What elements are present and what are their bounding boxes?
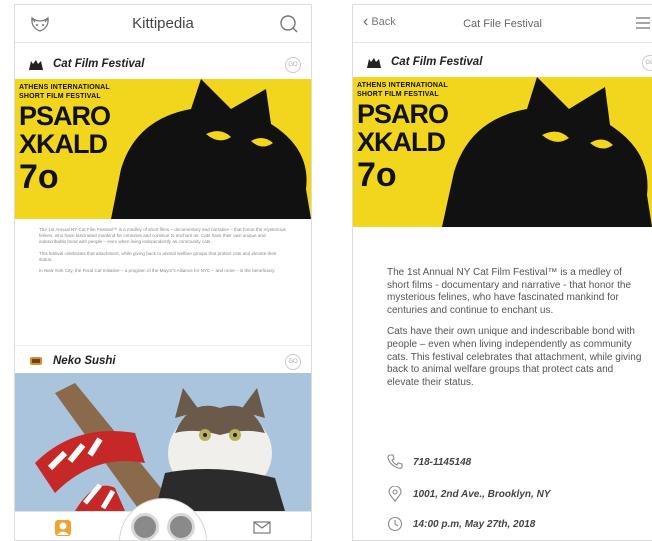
tab-bar [15, 498, 311, 540]
description-paragraph: Cats have their own unique and indescrib… [387, 326, 642, 388]
sushi-logo-icon [30, 356, 42, 365]
poster-line-2: SHORT FILM FESTIVAL [19, 93, 101, 100]
poster-big-1: PSARO [19, 101, 111, 131]
left-eye-icon [131, 513, 159, 540]
event-time: 14:00 p.m, May 27th, 2018 [413, 518, 536, 530]
detail-header: ‹ Back Cat File Festival [353, 5, 652, 43]
poster-line-2: SHORT FILM FESTIVAL [357, 91, 439, 98]
kittipedia-feed-screen: Kittipedia Cat Film Festival GO ATHENS I… [14, 4, 312, 541]
app-title: Kittipedia [132, 15, 194, 32]
phone-row[interactable]: 718-1145148 [387, 451, 471, 473]
search-icon[interactable] [279, 14, 299, 34]
back-label: Back [371, 16, 396, 28]
mail-tab-icon[interactable] [253, 521, 271, 534]
location-pin-icon [388, 486, 402, 502]
app-header: Kittipedia [15, 5, 311, 43]
blurb-paragraph: This festival celebrates that attachment… [39, 250, 277, 262]
poster-text: ATHENS INTERNATIONAL SHORT FILM FESTIVAL… [357, 81, 449, 194]
poster-line-1: ATHENS INTERNATIONAL [19, 84, 110, 91]
poster-number: 7o [19, 158, 59, 196]
festival-detail-screen: ‹ Back Cat File Festival Cat Film Festiv… [352, 4, 652, 541]
go-badge[interactable]: GO [285, 57, 301, 73]
card-title: Cat Film Festival [53, 58, 145, 70]
festival-poster: ATHENS INTERNATIONAL SHORT FILM FESTIVAL… [353, 77, 652, 227]
festival-poster[interactable]: ATHENS INTERNATIONAL SHORT FILM FESTIVAL… [15, 79, 311, 219]
go-badge[interactable]: GO [285, 354, 301, 370]
profile-tab-icon[interactable] [53, 518, 73, 538]
poster-number: 7o [357, 156, 397, 194]
poster-big-2: XKALD [19, 129, 108, 159]
go-badge[interactable]: GO [642, 55, 652, 71]
cat-logo-icon [367, 58, 381, 68]
phone-number: 718-1145148 [413, 456, 472, 468]
poster-big-2: XKALD [357, 127, 446, 157]
address-text: 1001, 2nd Ave., Brooklyn, NY [413, 488, 551, 500]
card-title: Neko Sushi [53, 354, 116, 367]
address-row[interactable]: 1001, 2nd Ave., Brooklyn, NY [387, 483, 550, 505]
back-button[interactable]: ‹ Back [363, 13, 396, 30]
time-row: 14:00 p.m, May 27th, 2018 [387, 513, 535, 535]
black-cat-illustration [111, 79, 311, 219]
description-paragraph: The 1st Annual NY Cat Film Festival™ is … [387, 267, 632, 316]
poster-text: ATHENS INTERNATIONAL SHORT FILM FESTIVAL… [19, 83, 111, 196]
card-header-cat-film-festival[interactable]: Cat Film Festival GO [15, 49, 311, 79]
chevron-left-icon: ‹ [363, 13, 369, 30]
clock-icon [387, 516, 403, 532]
cat-in-scarf-illustration [35, 383, 285, 511]
detail-title: Cat File Festival [463, 17, 542, 30]
poster-big-1: PSARO [357, 99, 449, 129]
blurb-paragraph: The 1st Annual NY Cat Film Festival™ is … [39, 227, 286, 245]
cat-logo-icon [29, 60, 43, 70]
card-title: Cat Film Festival [391, 56, 483, 68]
card-header-neko-sushi[interactable]: Neko Sushi GO [15, 345, 311, 375]
hamburger-menu-icon[interactable] [636, 17, 650, 29]
card-blurb: The 1st Annual NY Cat Film Festival™ is … [39, 227, 289, 279]
blurb-paragraph: In New York City, the Feral Cat Initiati… [39, 268, 276, 274]
neko-sushi-image[interactable] [15, 373, 311, 511]
festival-description: The 1st Annual NY Cat Film Festival™ is … [387, 267, 644, 398]
right-eye-icon [167, 513, 195, 540]
phone-icon [387, 454, 403, 469]
poster-line-1: ATHENS INTERNATIONAL [357, 82, 448, 89]
card-header-cat-film-festival: Cat Film Festival GO [353, 47, 652, 77]
cat-face-icon[interactable] [29, 14, 51, 34]
